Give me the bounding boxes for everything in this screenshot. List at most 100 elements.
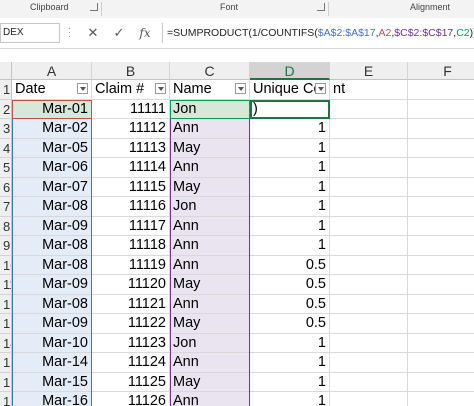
column-header-b[interactable]: B	[92, 62, 170, 80]
formula-input[interactable]: =SUMPRODUCT(1/COUNTIFS($A$2:$A$17,A2,$C$…	[162, 23, 474, 43]
cell[interactable]	[330, 255, 408, 275]
row-header[interactable]: 16	[0, 372, 12, 392]
row-header[interactable]: 4	[0, 138, 12, 158]
cell[interactable]	[330, 158, 408, 178]
cell[interactable]	[330, 138, 408, 158]
date-cell[interactable]: Mar-08	[12, 255, 92, 275]
cell[interactable]	[408, 80, 474, 100]
cell[interactable]	[330, 353, 408, 373]
column-header-c[interactable]: C	[170, 62, 250, 80]
date-cell[interactable]: Mar-10	[12, 333, 92, 353]
cell[interactable]	[408, 100, 474, 119]
date-cell[interactable]: Mar-09	[12, 216, 92, 236]
claim-cell[interactable]: 11116	[92, 197, 170, 217]
font-launcher-icon[interactable]	[317, 3, 325, 11]
name-cell[interactable]: Ann	[170, 392, 250, 406]
name-cell[interactable]: May	[170, 275, 250, 295]
count-cell[interactable]: 1	[250, 236, 330, 256]
filter-dropdown-icon[interactable]	[315, 83, 326, 94]
cell[interactable]	[408, 217, 474, 236]
cell[interactable]	[330, 216, 408, 236]
row-header[interactable]: 11	[0, 275, 12, 295]
row-header[interactable]: 8	[0, 216, 12, 236]
count-cell[interactable]: 1	[250, 197, 330, 217]
cell[interactable]	[330, 314, 408, 334]
claim-cell[interactable]: 11114	[92, 158, 170, 178]
count-cell[interactable]: 0.5	[250, 294, 330, 314]
cell[interactable]	[408, 275, 474, 295]
name-cell[interactable]: Ann	[170, 353, 250, 373]
cell[interactable]	[330, 236, 408, 256]
insert-function-icon[interactable]: fx	[136, 24, 154, 42]
row-header[interactable]: 5	[0, 158, 12, 178]
date-cell[interactable]: Mar-08	[12, 294, 92, 314]
worksheet-grid[interactable]: ABCDEF 1 Date Claim # Name Unique Co nt 2 Mar-0…	[0, 48, 474, 406]
claim-cell[interactable]: 11120	[92, 275, 170, 295]
header-date-cell[interactable]: Date	[12, 80, 92, 100]
claim-cell[interactable]: 11111	[92, 99, 170, 119]
date-cell[interactable]: Mar-06	[12, 158, 92, 178]
cell[interactable]	[330, 99, 408, 119]
name-cell[interactable]: Ann	[170, 119, 250, 139]
row-header[interactable]: 17	[0, 392, 12, 406]
claim-cell[interactable]: 11118	[92, 236, 170, 256]
cell[interactable]	[330, 333, 408, 353]
cell[interactable]	[330, 392, 408, 406]
date-cell[interactable]: Mar-01	[12, 99, 92, 119]
column-header-d[interactable]: D	[250, 62, 330, 80]
header-name-cell[interactable]: Name	[170, 80, 250, 100]
claim-cell[interactable]: 11122	[92, 314, 170, 334]
cell[interactable]	[330, 275, 408, 295]
cell[interactable]	[408, 392, 474, 406]
row-header[interactable]: 7	[0, 197, 12, 217]
row-header[interactable]: 14	[0, 333, 12, 353]
count-cell[interactable]: 1	[250, 372, 330, 392]
name-cell[interactable]: Ann	[170, 294, 250, 314]
cell[interactable]	[330, 294, 408, 314]
count-cell[interactable]: 1	[250, 216, 330, 236]
filter-dropdown-icon[interactable]	[155, 83, 166, 94]
name-box[interactable]: DEX	[0, 23, 60, 43]
name-cell[interactable]: May	[170, 372, 250, 392]
header-unique-cell[interactable]: Unique Co nt	[250, 80, 345, 100]
name-cell[interactable]: May	[170, 177, 250, 197]
row-header[interactable]: 6	[0, 177, 12, 197]
date-cell[interactable]: Mar-14	[12, 353, 92, 373]
name-cell[interactable]: Ann	[170, 255, 250, 275]
date-cell[interactable]: Mar-16	[12, 392, 92, 406]
row-header[interactable]: 9	[0, 236, 12, 256]
cell[interactable]	[408, 158, 474, 178]
claim-cell[interactable]: 11119	[92, 255, 170, 275]
name-cell[interactable]: Jon	[170, 99, 250, 119]
cell[interactable]	[408, 353, 474, 373]
cell[interactable]	[408, 256, 474, 275]
claim-cell[interactable]: 11124	[92, 353, 170, 373]
column-header-a[interactable]: A	[12, 62, 92, 80]
claim-cell[interactable]: 11126	[92, 392, 170, 406]
column-header-f[interactable]: F	[408, 62, 474, 80]
row-header[interactable]: 1	[0, 80, 12, 100]
row-header[interactable]: 12	[0, 294, 12, 314]
count-cell[interactable]: 1	[250, 333, 330, 353]
cell[interactable]	[330, 119, 408, 139]
claim-cell[interactable]: 11117	[92, 216, 170, 236]
cell[interactable]	[408, 119, 474, 139]
name-cell[interactable]: Ann	[170, 158, 250, 178]
select-all-corner[interactable]	[0, 62, 12, 80]
row-header[interactable]: 13	[0, 314, 12, 334]
count-cell[interactable]: 0.5	[250, 275, 330, 295]
active-cell[interactable]: )	[250, 99, 330, 119]
row-header[interactable]: 10	[0, 255, 12, 275]
more-options-icon[interactable]: · · ·	[68, 24, 71, 41]
date-cell[interactable]: Mar-05	[12, 138, 92, 158]
cell[interactable]	[408, 197, 474, 217]
date-cell[interactable]: Mar-02	[12, 119, 92, 139]
claim-cell[interactable]: 11115	[92, 177, 170, 197]
cell[interactable]	[408, 178, 474, 197]
claim-cell[interactable]: 11125	[92, 372, 170, 392]
claim-cell[interactable]: 11121	[92, 294, 170, 314]
count-cell[interactable]: 1	[250, 119, 330, 139]
claim-cell[interactable]: 11113	[92, 138, 170, 158]
date-cell[interactable]: Mar-09	[12, 275, 92, 295]
count-cell[interactable]: 0.5	[250, 314, 330, 334]
